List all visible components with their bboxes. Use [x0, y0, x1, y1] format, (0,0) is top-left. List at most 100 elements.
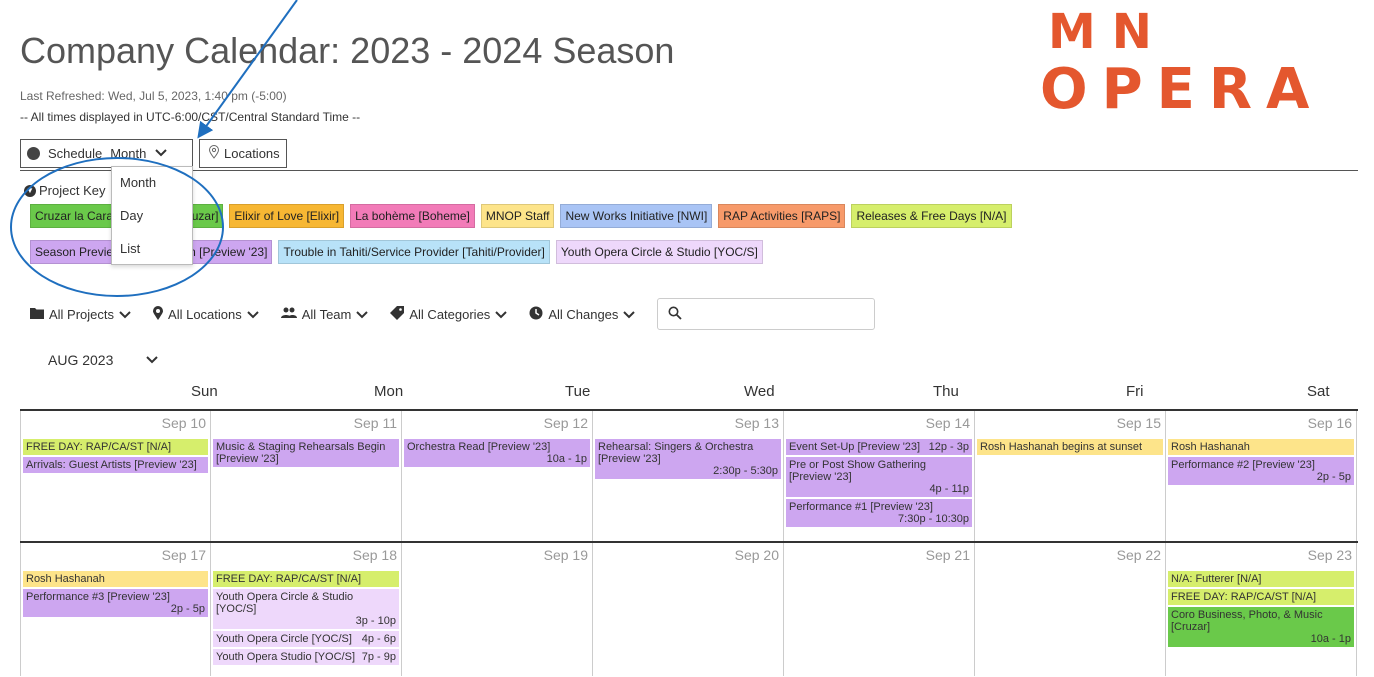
event-title: Youth Opera Studio [YOC/S]	[216, 651, 356, 663]
calendar-event[interactable]: Youth Opera Circle [YOC/S] 4p - 6p	[213, 631, 399, 647]
event-title: Performance #3 [Preview '23]	[26, 591, 170, 603]
tag-icon	[390, 305, 405, 323]
project-key-row: Season Preview 2023 Season [Preview '23]…	[30, 240, 1130, 264]
page-title: Company Calendar: 2023 - 2024 Season	[20, 30, 675, 71]
menu-item-day[interactable]: Day	[112, 200, 192, 233]
schedule-view-button[interactable]: Schedule Month	[20, 139, 193, 168]
calendar-day[interactable]: Sep 10 FREE DAY: RAP/CA/ST [N/A] Arrivals:…	[20, 411, 211, 541]
view-dropdown-menu: Month Day List	[111, 166, 193, 265]
calendar-grid: Sep 10 FREE DAY: RAP/CA/ST [N/A] Arrivals:…	[20, 409, 1358, 676]
event-time: 4p - 11p	[929, 483, 969, 495]
calendar-event[interactable]: FREE DAY: RAP/CA/ST [N/A]	[213, 571, 399, 587]
project-key-item[interactable]: La bohème [Boheme]	[350, 204, 475, 228]
calendar-event[interactable]: N/A: Futterer [N/A]	[1168, 571, 1354, 587]
day-number: Sep 15	[1116, 415, 1161, 431]
event-time: 2p - 5p	[1316, 471, 1351, 483]
changes-icon	[529, 306, 543, 323]
search-icon	[668, 306, 683, 323]
event-time: 7p - 9p	[361, 651, 396, 663]
calendar-event[interactable]: Orchestra Read [Preview '23] 10a - 1p	[404, 439, 590, 467]
project-key-item[interactable]: Releases & Free Days [N/A]	[851, 204, 1012, 228]
project-key-toggle[interactable]: ▼ Project Key	[24, 183, 105, 198]
project-key-item[interactable]: MNOP Staff	[480, 204, 555, 228]
weekday-tue: Tue	[565, 383, 591, 400]
calendar-event[interactable]: Pre or Post Show Gathering [Preview '23]…	[786, 457, 972, 497]
menu-item-month[interactable]: Month	[112, 167, 192, 200]
event-time: 12p - 3p	[928, 441, 969, 453]
timezone-note: -- All times displayed in UTC-6:00/CST/C…	[20, 110, 361, 124]
calendar-event[interactable]: Rosh Hashanah	[1168, 439, 1354, 455]
calendar-day[interactable]: Sep 13 Rehearsal: Singers & Orchestra [Pr…	[593, 411, 784, 541]
filter-team[interactable]: All Team	[280, 307, 369, 322]
calendar-day[interactable]: Sep 12 Orchestra Read [Preview '23] 10a - …	[402, 411, 593, 541]
calendar-week: Sep 17 Rosh Hashanah Performance #3 [Previ…	[20, 541, 1358, 676]
event-title: Rosh Hashanah begins at sunset	[980, 441, 1143, 453]
event-title: N/A: Futterer [N/A]	[1171, 573, 1262, 585]
locations-label: Locations	[224, 146, 280, 161]
calendar-event[interactable]: Rehearsal: Singers & Orchestra [Preview …	[595, 439, 781, 479]
calendar-day[interactable]: Sep 23 N/A: Futterer [N/A] FREE DAY: RAP/C…	[1166, 543, 1357, 676]
day-number: Sep 13	[734, 415, 779, 431]
calendar-day[interactable]: Sep 20	[593, 543, 784, 676]
calendar-event[interactable]: Performance #1 [Preview '23] 7:30p - 10:3…	[786, 499, 972, 527]
filter-changes[interactable]: All Changes	[529, 306, 636, 323]
project-key-item[interactable]: New Works Initiative [NWI]	[560, 204, 713, 228]
logo-line-2: OPERA	[1040, 57, 1324, 122]
event-title: Coro Business, Photo, & Music [Cruzar]	[1171, 609, 1323, 633]
project-key-list: Cruzar la Cara de la Luna [Cruzar]Elixir…	[30, 204, 1130, 276]
calendar-day[interactable]: Sep 14 Event Set-Up [Preview '23] 12p - 3p…	[784, 411, 975, 541]
calendar-event[interactable]: Performance #3 [Preview '23] 2p - 5p	[23, 589, 208, 617]
project-key-row: Cruzar la Cara de la Luna [Cruzar]Elixir…	[30, 204, 1130, 228]
project-key-item[interactable]: Elixir of Love [Elixir]	[229, 204, 345, 228]
event-time: 10a - 1p	[1310, 633, 1351, 645]
calendar-event[interactable]: Arrivals: Guest Artists [Preview '23]	[23, 457, 208, 473]
project-key-item[interactable]: RAP Activities [RAPS]	[718, 204, 846, 228]
event-title: Youth Opera Circle [YOC/S]	[216, 633, 352, 645]
logo: MN OPERA	[1040, 8, 1323, 118]
locations-button[interactable]: Locations	[199, 139, 287, 168]
calendar-day[interactable]: Sep 21	[784, 543, 975, 676]
event-title: Rosh Hashanah	[1171, 441, 1250, 453]
project-key-item[interactable]: Trouble in Tahiti/Service Provider [Tahi…	[278, 240, 550, 264]
map-marker-icon	[153, 305, 164, 323]
event-title: FREE DAY: RAP/CA/ST [N/A]	[26, 441, 172, 453]
calendar-day[interactable]: Sep 11 Music & Staging Rehearsals Begin […	[211, 411, 402, 541]
calendar-day[interactable]: Sep 19	[402, 543, 593, 676]
calendar-day[interactable]: Sep 22	[975, 543, 1166, 676]
calendar-event[interactable]: Youth Opera Studio [YOC/S] 7p - 9p	[213, 649, 399, 665]
filter-locations[interactable]: All Locations	[153, 305, 259, 323]
calendar-day[interactable]: Sep 15 Rosh Hashanah begins at sunset	[975, 411, 1166, 541]
search-input[interactable]	[657, 298, 876, 330]
calendar-day[interactable]: Sep 17 Rosh Hashanah Performance #3 [Previ…	[20, 543, 211, 676]
event-title: Event Set-Up [Preview '23]	[789, 441, 921, 453]
event-title: FREE DAY: RAP/CA/ST [N/A]	[1171, 591, 1317, 603]
calendar-event[interactable]: Music & Staging Rehearsals Begin [Previe…	[213, 439, 399, 467]
project-key-item[interactable]: Youth Opera Circle & Studio [YOC/S]	[555, 240, 763, 264]
calendar-day[interactable]: Sep 18 FREE DAY: RAP/CA/ST [N/A] Youth Ope…	[211, 543, 402, 676]
calendar-event[interactable]: Coro Business, Photo, & Music [Cruzar] 10…	[1168, 607, 1354, 647]
chevron-down-icon	[154, 146, 168, 161]
day-number: Sep 23	[1307, 547, 1352, 563]
filter-categories[interactable]: All Categories	[390, 305, 508, 323]
filter-projects[interactable]: All Projects	[30, 307, 131, 322]
calendar-event[interactable]: Rosh Hashanah begins at sunset	[977, 439, 1163, 455]
view-selected: Month	[110, 146, 147, 161]
filter-projects-label: All Projects	[49, 306, 115, 322]
calendar-event[interactable]: Youth Opera Circle & Studio [YOC/S] 3p - …	[213, 589, 399, 629]
day-number: Sep 22	[1116, 547, 1161, 563]
calendar-event[interactable]: FREE DAY: RAP/CA/ST [N/A]	[1168, 589, 1354, 605]
calendar-event[interactable]: Performance #2 [Preview '23] 2p - 5p	[1168, 457, 1354, 485]
calendar-event[interactable]: FREE DAY: RAP/CA/ST [N/A]	[23, 439, 208, 455]
calendar-event[interactable]: Rosh Hashanah	[23, 571, 208, 587]
month-label: AUG 2023	[48, 352, 114, 368]
calendar-event[interactable]: Event Set-Up [Preview '23] 12p - 3p	[786, 439, 972, 455]
calendar-day[interactable]: Sep 16 Rosh Hashanah Performance #2 [Previ…	[1166, 411, 1357, 541]
month-selector[interactable]: AUG 2023	[48, 352, 159, 368]
calendar-week: Sep 10 FREE DAY: RAP/CA/ST [N/A] Arrivals:…	[20, 409, 1358, 541]
toolbar-divider	[20, 170, 1358, 171]
event-time: 2p - 5p	[170, 603, 205, 615]
filter-changes-label: All Changes	[548, 306, 619, 322]
caret-down-icon: ▼	[24, 184, 36, 197]
menu-item-list[interactable]: List	[112, 233, 192, 266]
event-title: Music & Staging Rehearsals Begin [Previe…	[216, 441, 386, 465]
